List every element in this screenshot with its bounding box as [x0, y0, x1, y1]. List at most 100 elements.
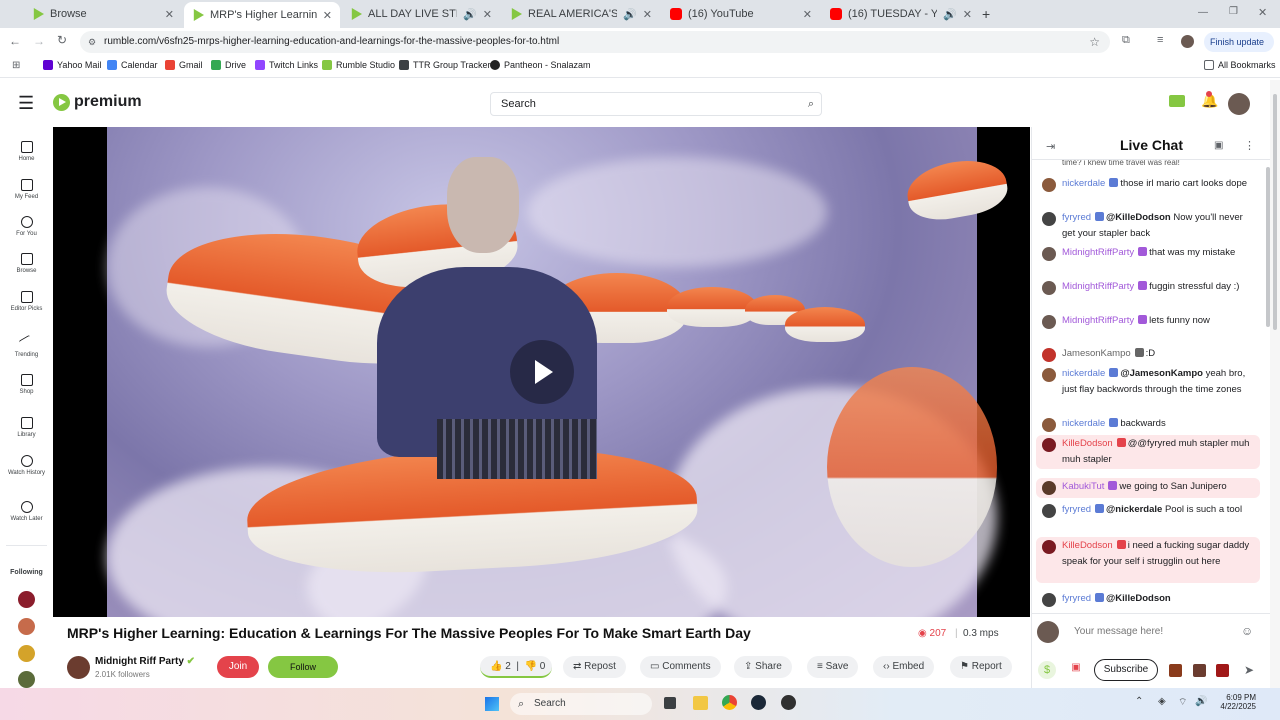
following-channel-avatar[interactable]	[18, 618, 35, 635]
nav-browse[interactable]: Browse	[0, 253, 53, 274]
nav-library[interactable]: Library	[0, 417, 53, 438]
search-icon[interactable]: ⌕	[808, 93, 814, 115]
close-tab-icon[interactable]: ✕	[483, 8, 492, 21]
chat-message-input[interactable]: Your message here!	[1074, 626, 1163, 637]
close-tab-icon[interactable]: ✕	[963, 8, 972, 21]
close-tab-icon[interactable]: ✕	[643, 8, 652, 21]
chat-avatar[interactable]	[1042, 504, 1056, 518]
chat-avatar[interactable]	[1042, 281, 1056, 295]
finish-update-button[interactable]: Finish update ⋮	[1204, 32, 1274, 67]
chat-username[interactable]: MidnightRiffParty	[1062, 281, 1134, 292]
reading-list-icon[interactable]: ≡	[1157, 34, 1163, 46]
following-channel-avatar[interactable]	[18, 591, 35, 608]
bookmark-drive[interactable]: Drive	[211, 60, 246, 70]
nav-for-you[interactable]: For You	[0, 216, 53, 237]
browser-tab[interactable]: (16) TUESDAY - YouTube 🔊 ✕	[822, 4, 980, 24]
bookmark-star-icon[interactable]: ☆	[1089, 31, 1100, 53]
chat-avatar[interactable]	[1042, 178, 1056, 192]
rumble-logo[interactable]: premium	[53, 93, 142, 111]
page-scrollbar[interactable]	[1270, 80, 1280, 688]
browser-tab[interactable]: REAL AMERICA'S VOICE - 2 🔊 ✕	[502, 4, 660, 24]
emote-icon[interactable]	[1169, 664, 1182, 677]
bookmark-twitch-links[interactable]: Twitch Links	[255, 60, 318, 70]
chat-mention[interactable]: @KilleDodson	[1106, 593, 1171, 604]
save-button[interactable]: ≡ Save	[807, 656, 859, 678]
go-live-camera-icon[interactable]	[1169, 95, 1185, 107]
chat-avatar[interactable]	[1042, 481, 1056, 495]
chat-username[interactable]: fyryred	[1062, 212, 1091, 223]
windows-start-icon[interactable]	[485, 697, 499, 711]
chat-avatar[interactable]	[1042, 438, 1056, 452]
browser-tab[interactable]: (16) YouTube ✕	[662, 4, 820, 24]
report-button[interactable]: ⚑ Report	[950, 656, 1012, 678]
chat-avatar[interactable]	[1042, 212, 1056, 226]
follow-button[interactable]: Follow	[268, 656, 338, 678]
chat-username[interactable]: KilleDodson	[1062, 540, 1113, 551]
chat-username[interactable]: fyryred	[1062, 593, 1091, 604]
close-tab-icon[interactable]: ✕	[323, 9, 332, 22]
join-button[interactable]: Join	[217, 656, 259, 678]
bookmark-yahoo-mail[interactable]: Yahoo Mail	[43, 60, 101, 70]
nav-shop[interactable]: Shop	[0, 374, 53, 395]
all-bookmarks[interactable]: All Bookmarks	[1204, 60, 1276, 70]
chrome-icon[interactable]	[722, 695, 737, 710]
system-clock[interactable]: 6:09 PM 4/22/2025	[1212, 693, 1256, 711]
following-channel-avatar[interactable]	[18, 671, 35, 688]
play-button[interactable]	[510, 340, 574, 404]
repost-button[interactable]: ⇄ Repost	[563, 656, 626, 678]
chat-mention[interactable]: @KilleDodson	[1106, 212, 1171, 223]
wifi-icon[interactable]: ⌔	[1178, 696, 1187, 709]
chat-username[interactable]: MidnightRiffParty	[1062, 247, 1134, 258]
embed-button[interactable]: ‹› Embed	[873, 656, 935, 678]
chat-username[interactable]: KabukiTut	[1062, 481, 1104, 492]
search-input[interactable]: Search ⌕	[490, 92, 822, 116]
chat-username[interactable]: KilleDodson	[1062, 438, 1113, 449]
minimize-window-icon[interactable]: —	[1198, 7, 1208, 18]
chat-avatar[interactable]	[1042, 418, 1056, 432]
maximize-window-icon[interactable]: ❐	[1229, 6, 1238, 17]
bookmark-rumble-studio[interactable]: Rumble Studio	[322, 60, 395, 70]
extensions-icon[interactable]: ⧉	[1122, 34, 1130, 47]
address-bar[interactable]: ⚙ rumble.com/v6sfn25-mrps-higher-learnin…	[80, 31, 1110, 53]
nav-watch-history[interactable]: Watch History	[0, 455, 53, 476]
nav-my-feed[interactable]: My Feed	[0, 179, 53, 200]
mute-tab-icon[interactable]: 🔊	[623, 8, 637, 21]
chat-username[interactable]: MidnightRiffParty	[1062, 315, 1134, 326]
chat-avatar[interactable]	[1042, 593, 1056, 607]
mute-tab-icon[interactable]: 🔊	[943, 8, 957, 21]
reload-icon[interactable]: ↻	[57, 33, 67, 47]
rant-dollar-icon[interactable]: $	[1038, 661, 1056, 679]
channel-name[interactable]: Midnight Riff Party ✔	[95, 656, 195, 667]
chat-avatar[interactable]	[1042, 348, 1056, 362]
nav-trending[interactable]: Trending	[0, 334, 53, 358]
nav-home[interactable]: Home	[0, 141, 53, 162]
chat-username[interactable]: nickerdale	[1062, 178, 1105, 189]
chat-avatar[interactable]	[1042, 247, 1056, 261]
volume-icon[interactable]: 🔊	[1195, 696, 1207, 707]
browser-tab[interactable]: ALL DAY LIVE STREAM - 4/2 🔊 ✕	[342, 4, 500, 24]
chat-username[interactable]: JamesonKampo	[1062, 348, 1131, 359]
close-tab-icon[interactable]: ✕	[165, 8, 174, 21]
tray-app-icon[interactable]: ◈	[1158, 696, 1166, 707]
popout-chat-icon[interactable]: ▣	[1214, 140, 1223, 151]
chat-username[interactable]: nickerdale	[1062, 368, 1105, 379]
gift-icon[interactable]: ▣	[1068, 662, 1084, 678]
chat-avatar[interactable]	[1042, 540, 1056, 554]
steam-icon[interactable]	[751, 695, 766, 710]
channel-avatar[interactable]	[67, 656, 90, 679]
browser-tab[interactable]: Browse ✕	[24, 4, 182, 24]
chat-mention[interactable]: @nickerdale	[1106, 504, 1162, 515]
bookmark-ttr-group-tracker[interactable]: TTR Group Tracker	[399, 60, 491, 70]
chat-menu-icon[interactable]: ⋮	[1244, 139, 1255, 152]
browser-tab-active[interactable]: MRP's Higher Learning: Educati ✕	[184, 2, 340, 28]
user-avatar[interactable]	[1228, 93, 1250, 115]
site-info-icon[interactable]: ⚙	[88, 31, 96, 53]
bookmark-gmail[interactable]: Gmail	[165, 60, 203, 70]
forward-arrow-icon[interactable]: →	[33, 34, 45, 48]
chat-avatar[interactable]	[1042, 315, 1056, 329]
close-window-icon[interactable]: ✕	[1258, 6, 1267, 19]
back-arrow-icon[interactable]: ←	[9, 34, 21, 48]
mute-tab-icon[interactable]: 🔊	[463, 8, 477, 21]
nav-editor-picks[interactable]: Editor Picks	[0, 291, 53, 312]
profile-avatar[interactable]	[1181, 35, 1194, 48]
